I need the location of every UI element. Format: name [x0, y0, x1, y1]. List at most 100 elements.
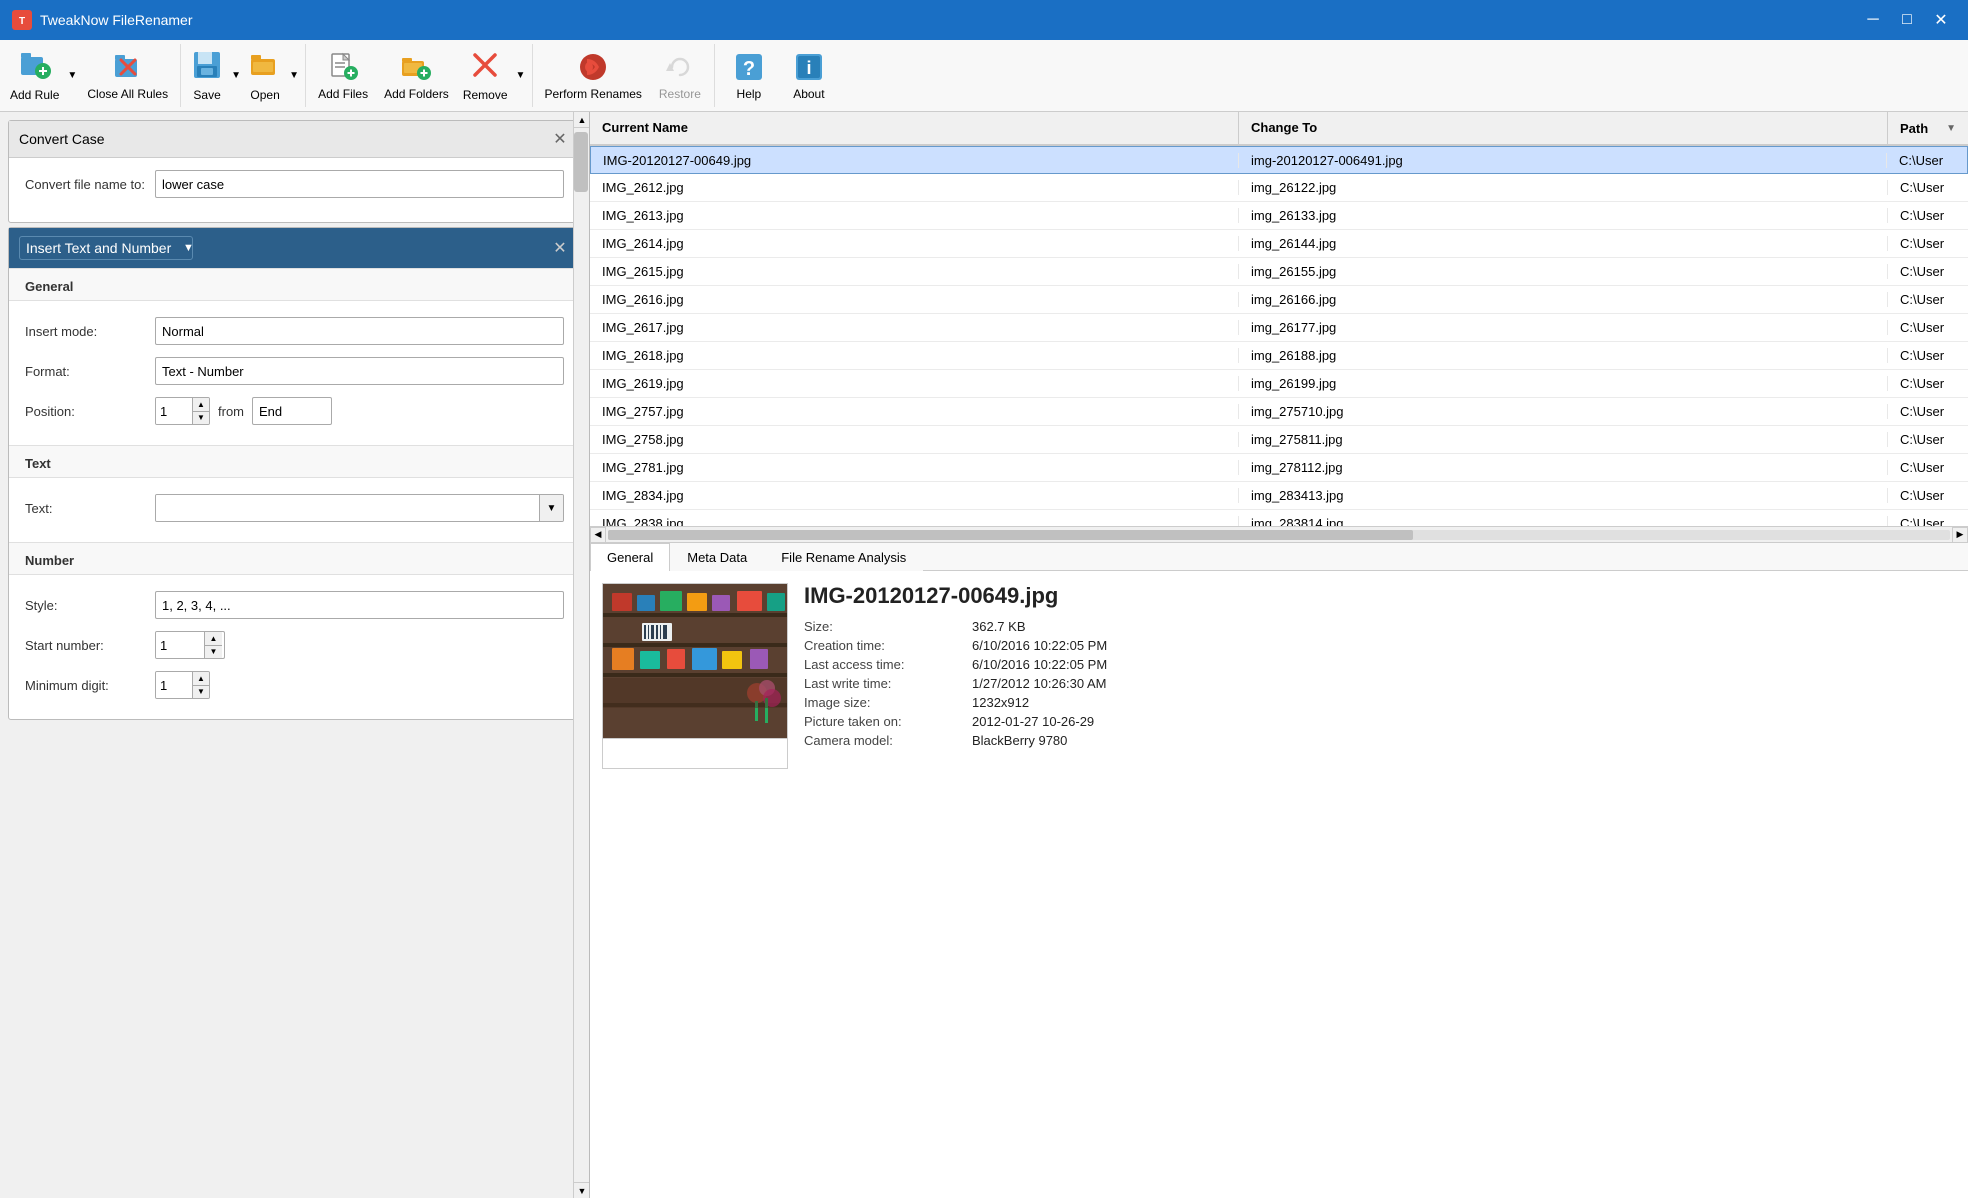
- tab-general[interactable]: General: [590, 543, 670, 571]
- toolbar-group-help: ? Help i About: [715, 44, 843, 107]
- toolbar-group-actions: Perform Renames Restore: [533, 44, 715, 107]
- table-row[interactable]: IMG_2758.jpg img_275811.jpg C:\User: [590, 426, 1968, 454]
- table-row[interactable]: IMG_2616.jpg img_26166.jpg C:\User: [590, 286, 1968, 314]
- insert-mode-select[interactable]: Normal Before After Replace: [155, 317, 564, 345]
- table-row[interactable]: IMG_2834.jpg img_283413.jpg C:\User: [590, 482, 1968, 510]
- file-current: IMG_2757.jpg: [590, 404, 1239, 419]
- minimize-button[interactable]: ─: [1858, 7, 1888, 33]
- add-rule-dropdown[interactable]: ▼: [65, 44, 79, 107]
- open-split[interactable]: Open ▼: [243, 44, 301, 107]
- table-row[interactable]: IMG_2757.jpg img_275710.jpg C:\User: [590, 398, 1968, 426]
- last-write-value: 1/27/2012 10:26:30 AM: [972, 676, 1956, 691]
- toolbar-group-rules: Add Rule ▼ Close All Rules: [0, 44, 181, 107]
- scroll-thumb[interactable]: [574, 132, 588, 192]
- close-all-rules-button[interactable]: Close All Rules: [79, 44, 176, 107]
- tab-file-rename-analysis[interactable]: File Rename Analysis: [764, 543, 923, 571]
- tab-meta-data[interactable]: Meta Data: [670, 543, 764, 571]
- start-number-up[interactable]: ▲: [205, 632, 222, 646]
- table-row[interactable]: IMG_2612.jpg img_26122.jpg C:\User: [590, 174, 1968, 202]
- left-scroll-area[interactable]: Convert Case ✕ Convert file name to: low…: [0, 112, 589, 1198]
- left-scrollbar[interactable]: ▲ ▼: [573, 112, 589, 1198]
- h-scroll-track[interactable]: [608, 530, 1950, 540]
- position-row: Position: ▲ ▼ from End: [25, 397, 564, 425]
- min-digit-up[interactable]: ▲: [193, 672, 209, 686]
- convert-case-panel: Convert Case ✕ Convert file name to: low…: [8, 120, 581, 223]
- table-row[interactable]: IMG_2619.jpg img_26199.jpg C:\User: [590, 370, 1968, 398]
- start-number-spinner: ▲ ▼: [204, 632, 222, 658]
- table-row[interactable]: IMG_2838.jpg img_283814.jpg C:\User: [590, 510, 1968, 526]
- help-button[interactable]: ? Help: [719, 44, 779, 107]
- save-dropdown[interactable]: ▼: [229, 44, 243, 107]
- add-folders-button[interactable]: Add Folders: [376, 44, 457, 107]
- scroll-up-arrow[interactable]: ▲: [574, 112, 590, 128]
- add-files-button[interactable]: Add Files: [310, 44, 376, 107]
- text-combo-arrow[interactable]: ▼: [539, 495, 563, 521]
- table-row[interactable]: IMG_2613.jpg img_26133.jpg C:\User: [590, 202, 1968, 230]
- add-rule-split[interactable]: Add Rule ▼: [4, 44, 79, 107]
- table-row[interactable]: IMG_2615.jpg img_26155.jpg C:\User: [590, 258, 1968, 286]
- start-number-field[interactable]: [156, 632, 204, 658]
- remove-split[interactable]: Remove ▼: [457, 44, 528, 107]
- scroll-down-arrow[interactable]: ▼: [574, 1182, 590, 1198]
- table-row[interactable]: IMG_2614.jpg img_26144.jpg C:\User: [590, 230, 1968, 258]
- position-end-select[interactable]: End Start: [252, 397, 332, 425]
- min-digit-input[interactable]: ▲ ▼: [155, 671, 210, 699]
- file-list-body[interactable]: IMG-20120127-00649.jpg img-20120127-0064…: [590, 146, 1968, 526]
- table-row[interactable]: IMG-20120127-00649.jpg img-20120127-0064…: [590, 146, 1968, 174]
- header-change-to: Change To: [1239, 112, 1888, 144]
- picture-taken-value: 2012-01-27 10-26-29: [972, 714, 1956, 729]
- convert-case-title: Convert Case: [19, 131, 105, 147]
- h-scroll-right[interactable]: ▶: [1952, 527, 1968, 543]
- text-field[interactable]: [156, 495, 539, 521]
- remove-label: Remove: [463, 88, 508, 102]
- maximize-button[interactable]: □: [1892, 7, 1922, 33]
- min-digit-field[interactable]: [156, 672, 192, 698]
- perform-renames-button[interactable]: Perform Renames: [537, 44, 650, 107]
- file-path: C:\User: [1888, 264, 1968, 279]
- convert-case-close-button[interactable]: ✕: [550, 129, 570, 149]
- table-row[interactable]: IMG_2617.jpg img_26177.jpg C:\User: [590, 314, 1968, 342]
- app-title: TweakNow FileRenamer: [40, 12, 193, 28]
- close-button[interactable]: ✕: [1926, 7, 1956, 33]
- open-button[interactable]: Open: [243, 44, 287, 107]
- svg-text:T: T: [19, 16, 25, 27]
- position-down-button[interactable]: ▼: [193, 412, 209, 425]
- last-access-label: Last access time:: [804, 657, 964, 672]
- style-select[interactable]: 1, 2, 3, 4, ... 01, 02, 03, ... 001, 002…: [155, 591, 564, 619]
- toolbar-group-files: Add Files Add Folders: [306, 44, 532, 107]
- save-button[interactable]: Save: [185, 44, 229, 107]
- min-digit-down[interactable]: ▼: [193, 686, 209, 699]
- text-input-combo[interactable]: ▼: [155, 494, 564, 522]
- perform-renames-label: Perform Renames: [545, 87, 642, 101]
- insert-text-header: Insert Text and Number ▼ ✕: [9, 228, 580, 268]
- start-number-down[interactable]: ▼: [205, 646, 222, 659]
- position-number-field[interactable]: [156, 398, 192, 424]
- save-split[interactable]: Save ▼: [185, 44, 243, 107]
- file-change: img_278112.jpg: [1239, 460, 1888, 475]
- insert-mode-label: Insert mode:: [25, 324, 155, 339]
- table-row[interactable]: IMG_2618.jpg img_26188.jpg C:\User: [590, 342, 1968, 370]
- about-label: About: [793, 87, 824, 101]
- add-rule-button[interactable]: Add Rule: [4, 44, 65, 107]
- horizontal-scrollbar[interactable]: ◀ ▶: [590, 526, 1968, 542]
- remove-button[interactable]: Remove: [457, 44, 514, 107]
- position-num-input[interactable]: ▲ ▼: [155, 397, 210, 425]
- table-row[interactable]: IMG_2781.jpg img_278112.jpg C:\User: [590, 454, 1968, 482]
- convert-case-select[interactable]: lower case UPPER CASE Title Case Sentenc…: [155, 170, 564, 198]
- start-number-input[interactable]: ▲ ▼: [155, 631, 225, 659]
- position-up-button[interactable]: ▲: [193, 398, 209, 412]
- open-dropdown[interactable]: ▼: [287, 44, 301, 107]
- file-path: C:\User: [1888, 432, 1968, 447]
- format-select[interactable]: Text - Number Number - Text Text Only Nu…: [155, 357, 564, 385]
- h-scroll-left[interactable]: ◀: [590, 527, 606, 543]
- restore-button[interactable]: Restore: [650, 44, 710, 107]
- insert-text-close-button[interactable]: ✕: [550, 238, 570, 258]
- file-current: IMG_2613.jpg: [590, 208, 1239, 223]
- number-section-body: Style: 1, 2, 3, 4, ... 01, 02, 03, ... 0…: [9, 583, 580, 719]
- insert-text-title-select[interactable]: Insert Text and Number: [19, 236, 193, 260]
- file-meta: IMG-20120127-00649.jpg Size: 362.7 KB Cr…: [804, 583, 1956, 1185]
- h-scroll-thumb[interactable]: [608, 530, 1413, 540]
- about-button[interactable]: i About: [779, 44, 839, 107]
- thumbnail-svg: [602, 583, 788, 738]
- remove-dropdown[interactable]: ▼: [514, 44, 528, 107]
